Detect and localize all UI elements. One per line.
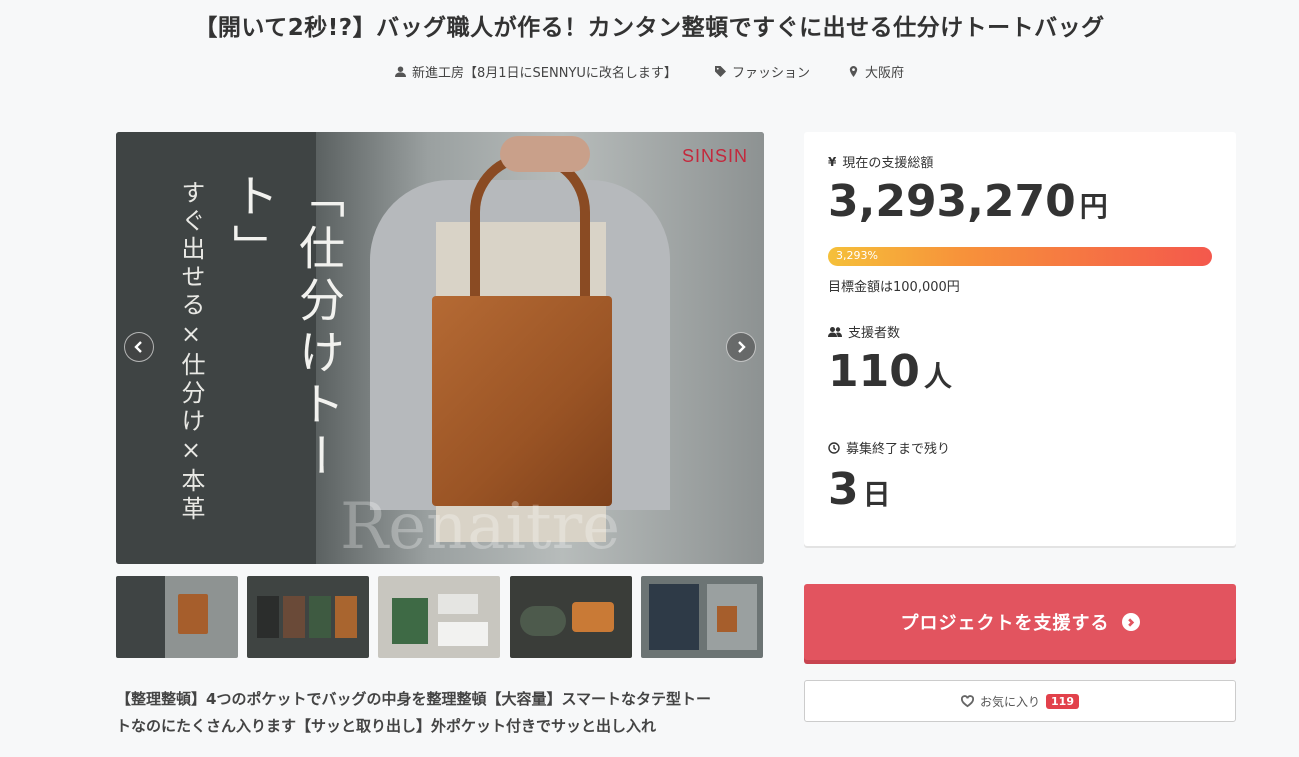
- hero-watermark: Renaitre: [340, 490, 621, 564]
- thumbnail-strip: [116, 576, 764, 658]
- thumbnail-1[interactable]: [116, 576, 238, 658]
- remaining-days: 3日: [828, 464, 891, 515]
- project-meta: 新進工房【8月1日にSENNYUに改名します】 ファッション 大阪府: [0, 62, 1299, 81]
- support-project-button[interactable]: プロジェクトを支援する: [804, 584, 1236, 660]
- location-name: 大阪府: [864, 66, 904, 81]
- map-pin-icon: [849, 66, 858, 77]
- arrow-circle-icon: [1121, 613, 1140, 631]
- clock-icon: [828, 441, 840, 454]
- backers-label-row: 支援者数: [828, 322, 900, 341]
- brand-logo: SINSIN: [682, 146, 749, 166]
- backers-unit: 人: [923, 360, 952, 393]
- backers-count: 110 人: [828, 346, 952, 397]
- user-icon: [395, 66, 407, 77]
- location-link[interactable]: 大阪府: [848, 62, 904, 81]
- chevron-right-icon: [738, 341, 746, 353]
- total-value: 3,293,270: [828, 176, 1076, 227]
- main-image: 「仕分けトート」 すぐ出せる×仕分け×本革 Renaitre SINSIN: [116, 132, 764, 564]
- description-line-2: トなのにたくさん入ります【サッと取り出し】外ポケット付きでサッと出し入れ: [116, 717, 657, 735]
- yen-icon: ¥: [828, 154, 837, 169]
- tag-icon: [714, 66, 726, 77]
- category-name: ファッション: [731, 66, 810, 81]
- funding-stats-card: ¥ 現在の支援総額 3,293,270 円 3,293% 目標金額は100,000…: [804, 132, 1236, 546]
- favorite-count-badge: 119: [1046, 693, 1079, 709]
- remaining-label: 募集終了まで残り: [846, 442, 951, 457]
- remaining-unit: 日: [862, 478, 891, 511]
- progress-percent: 3,293%: [836, 249, 878, 262]
- thumbnail-3[interactable]: [378, 576, 500, 658]
- backers-value: 110: [828, 346, 920, 397]
- hero-vertical-title: 「仕分けトート」: [226, 172, 346, 484]
- hand-shape: [500, 136, 590, 172]
- remaining-value: 3: [828, 464, 859, 515]
- users-icon: [828, 326, 842, 337]
- remaining-label-row: 募集終了まで残り: [828, 438, 950, 457]
- carousel-prev-button[interactable]: [124, 332, 154, 362]
- goal-amount: 目標金額は100,000円: [828, 280, 960, 295]
- thumbnail-4[interactable]: [510, 576, 632, 658]
- project-title: 【開いて2秒!?】バッグ職人が作る！カンタン整頓ですぐに出せる仕分けトートバッグ: [194, 15, 1105, 41]
- carousel-next-button[interactable]: [726, 332, 756, 362]
- support-button-label: プロジェクトを支援する: [900, 613, 1110, 634]
- hero-vertical-subtitle: すぐ出せる×仕分け×本革: [177, 180, 205, 524]
- progress-bar: 3,293%: [828, 247, 1212, 266]
- total-label: 現在の支援総額: [842, 156, 934, 171]
- project-description: 【整理整頓】4つのポケットでバッグの中身を整理整頓【大容量】スマートなタテ型トー…: [116, 686, 764, 740]
- owner-link[interactable]: 新進工房【8月1日にSENNYUに改名します】: [395, 62, 677, 81]
- total-amount: 3,293,270 円: [828, 176, 1108, 227]
- total-unit: 円: [1079, 190, 1108, 223]
- heart-icon: [961, 694, 974, 707]
- owner-name: 新進工房【8月1日にSENNYUに改名します】: [412, 66, 677, 81]
- thumbnail-2[interactable]: [247, 576, 369, 658]
- favorite-button[interactable]: お気に入り 119: [804, 680, 1236, 722]
- category-link[interactable]: ファッション: [714, 62, 810, 81]
- backers-label: 支援者数: [848, 326, 901, 341]
- favorite-label: お気に入り: [980, 694, 1041, 709]
- project-page: 【開いて2秒!?】バッグ職人が作る！カンタン整頓ですぐに出せる仕分けトートバッグ…: [0, 0, 1299, 757]
- description-line-1: 【整理整頓】4つのポケットでバッグの中身を整理整頓【大容量】スマートなタテ型トー: [116, 690, 711, 708]
- thumbnail-5[interactable]: [641, 576, 763, 658]
- chevron-left-icon: [134, 341, 142, 353]
- tote-bag-shape: [432, 296, 612, 506]
- total-label-row: ¥ 現在の支援総額: [828, 152, 934, 172]
